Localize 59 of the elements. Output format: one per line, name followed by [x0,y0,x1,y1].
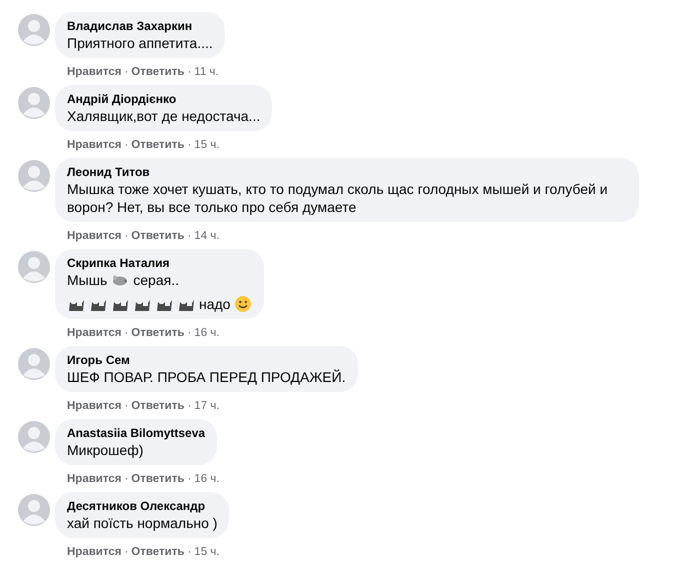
comment-text: Микрошеф) [67,441,144,459]
action-link[interactable]: Ответить [131,472,184,486]
separator-dot: · [187,138,192,152]
action-link[interactable]: Нравится [67,472,122,486]
separator-dot: · [187,326,192,340]
separator-dot: · [124,399,128,413]
separator-dot: · [124,326,128,340]
comment-time[interactable]: 14 ч. [194,229,220,243]
comment-text: Мышь [67,271,108,289]
separator-dot: · [124,545,128,559]
separator-dot: · [124,138,128,152]
avatar-icon[interactable] [18,348,50,380]
comment-time[interactable]: 15 ч. [194,138,220,152]
avatar-icon[interactable] [18,160,50,192]
separator-dot: · [187,472,192,486]
separator-dot: · [187,545,192,559]
comment-text: ШЕФ ПОВАР. ПРОБА ПЕРЕД ПРОДАЖЕЙ. [67,368,346,386]
action-link[interactable]: Ответить [131,326,184,340]
author-name[interactable]: Леонид Титов [67,164,627,180]
action-link[interactable]: Ответить [131,229,184,243]
author-name[interactable]: Anastasiia Bilomyttseva [67,425,206,441]
separator-dot: · [124,229,128,243]
action-link[interactable]: Нравится [67,399,122,413]
avatar-icon[interactable] [18,14,50,46]
comment-time[interactable]: 11 ч. [194,65,219,79]
comment-time[interactable]: 15 ч. [194,545,220,559]
comment-time[interactable]: 17 ч. [194,399,220,413]
action-link[interactable]: Ответить [131,65,184,79]
separator-dot: · [124,472,128,486]
separator-dot: · [187,65,192,79]
author-name[interactable]: Десятников Олександр [67,498,218,514]
author-name[interactable]: Игорь Сем [67,352,346,368]
comment-text: надо [199,295,230,313]
avatar-icon[interactable] [18,494,50,526]
avatar-icon[interactable] [18,251,50,283]
author-name[interactable]: Скрипка Наталия [67,255,252,271]
action-link[interactable]: Ответить [131,399,184,413]
smiley-icon [234,295,252,313]
comment-time[interactable]: 16 ч. [194,472,220,486]
comment-time[interactable]: 16 ч. [194,326,220,340]
comment-text: Халявщик,вот де недостача... [67,107,260,125]
comment-text: Мышка тоже хочет кушать, кто то подумал сколь щас голодных мышей и голубей и ворон? Нет, вы все только про себя думаете [67,180,609,216]
comment-text: Приятного аппетита.... [67,34,213,52]
action-link[interactable]: Нравится [67,65,122,79]
separator-dot: · [187,399,192,413]
action-link[interactable]: Нравится [67,326,122,340]
separator-dot: · [124,65,128,79]
avatar-icon[interactable] [18,87,50,119]
action-link[interactable]: Ответить [131,545,184,559]
separator-dot: · [187,229,192,243]
comment-text: хай поїсть нормально ) [67,514,218,532]
author-name[interactable]: Владислав Захаркин [67,18,213,34]
author-name[interactable]: Андрій Діордієнко [67,91,260,107]
action-link[interactable]: Нравится [67,545,122,559]
comment-text: серая.. [133,271,179,289]
action-link[interactable]: Нравится [67,229,122,243]
action-link[interactable]: Ответить [131,138,184,152]
avatar-icon[interactable] [18,421,50,453]
action-link[interactable]: Нравится [67,138,122,152]
